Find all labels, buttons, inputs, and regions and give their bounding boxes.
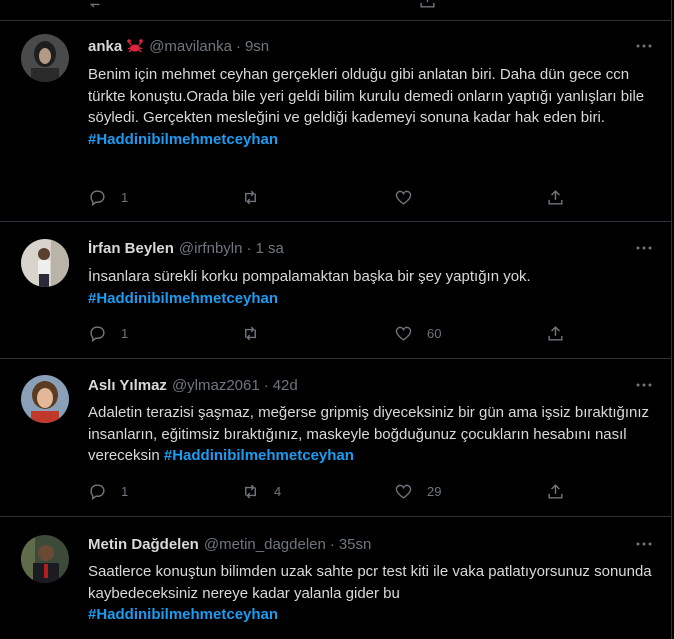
tweet[interactable]: Metin Dağdelen @metin_dagdelen · 35sn Sa… <box>0 518 671 639</box>
timeline: anka @mavilanka · 9sn Benim için mehmet … <box>0 0 672 639</box>
display-name[interactable]: Metin Dağdelen <box>88 536 199 553</box>
reply-icon <box>90 189 105 206</box>
retweet-button[interactable] <box>241 187 274 207</box>
separator-dot: · <box>246 239 252 257</box>
retweet-icon <box>245 326 256 340</box>
tweet-text: Saatlerce konuştun bilimden uzak sahte p… <box>88 561 658 626</box>
share-button[interactable] <box>546 481 565 501</box>
more-options-icon[interactable] <box>634 534 654 554</box>
like-count: 60 <box>427 325 442 341</box>
reply-icon <box>90 483 105 500</box>
like-button[interactable]: 29 <box>394 481 441 501</box>
reply-count: 1 <box>121 189 129 205</box>
tweet-text: Benim için mehmet ceyhan gerçekleri oldu… <box>88 64 658 150</box>
crab-emoji-icon <box>126 37 144 55</box>
more-options-icon[interactable] <box>634 238 654 258</box>
hashtag-link[interactable]: #Haddinibilmehmetceyhan <box>164 447 354 464</box>
retweet-button[interactable] <box>241 323 274 343</box>
retweet-icon <box>245 190 256 204</box>
tweet-body-text: İnsanlara sürekli korku pompalamaktan ba… <box>88 268 531 285</box>
previous-tweet-actions <box>0 0 671 21</box>
tweet-actions: 1 4 29 <box>88 481 568 501</box>
username[interactable]: @irfnbyln <box>179 240 243 257</box>
timestamp[interactable]: 42d <box>273 377 298 394</box>
share-icon[interactable] <box>418 0 437 10</box>
share-icon <box>548 189 563 205</box>
timestamp[interactable]: 35sn <box>339 536 372 553</box>
retweet-count: 4 <box>274 483 282 499</box>
avatar[interactable] <box>21 375 69 423</box>
retweet-button[interactable]: 4 <box>241 481 281 501</box>
avatar[interactable] <box>21 239 69 287</box>
timestamp[interactable]: 1 sa <box>255 240 283 257</box>
share-icon <box>548 325 563 341</box>
tweet[interactable]: Aslı Yılmaz @ylmaz2061 · 42d Adaletin te… <box>0 360 671 517</box>
hashtag-link[interactable]: #Haddinibilmehmetceyhan <box>88 606 278 623</box>
retweet-icon <box>245 484 256 498</box>
reply-button[interactable]: 1 <box>88 481 128 501</box>
share-icon <box>548 483 563 499</box>
reply-button[interactable]: 1 <box>88 323 128 343</box>
username[interactable]: @ylmaz2061 <box>172 377 260 394</box>
username[interactable]: @mavilanka <box>149 38 232 55</box>
avatar[interactable] <box>21 535 69 583</box>
reply-button[interactable]: 1 <box>88 187 128 207</box>
tweet-header: İrfan Beylen @irfnbyln · 1 sa <box>88 238 284 258</box>
reply-count: 1 <box>121 483 129 499</box>
separator-dot: · <box>263 376 269 394</box>
more-options-icon[interactable] <box>634 375 654 395</box>
tweet-body-text: Saatlerce konuştun bilimden uzak sahte p… <box>88 563 652 602</box>
tweet-text: İnsanlara sürekli korku pompalamaktan ba… <box>88 266 658 309</box>
tweet-actions: 1 <box>88 187 568 207</box>
heart-icon <box>395 484 412 499</box>
username[interactable]: @metin_dagdelen <box>204 536 326 553</box>
like-button[interactable]: 60 <box>394 323 441 343</box>
reply-icon <box>90 325 105 342</box>
display-name[interactable]: Aslı Yılmaz <box>88 377 167 394</box>
tweet-header: Metin Dağdelen @metin_dagdelen · 35sn <box>88 534 371 554</box>
more-options-icon[interactable] <box>634 36 654 56</box>
retweet-icon[interactable] <box>86 0 105 10</box>
like-button[interactable] <box>394 187 427 207</box>
hashtag-link[interactable]: #Haddinibilmehmetceyhan <box>88 131 278 148</box>
timestamp[interactable]: 9sn <box>245 38 269 55</box>
avatar[interactable] <box>21 34 69 82</box>
tweet[interactable]: anka @mavilanka · 9sn Benim için mehmet … <box>0 22 671 222</box>
like-count: 29 <box>427 483 442 499</box>
heart-icon <box>395 326 412 341</box>
tweet-text: Adaletin terazisi şaşmaz, meğerse gripmi… <box>88 402 658 467</box>
share-button[interactable] <box>546 187 565 207</box>
tweet-header: Aslı Yılmaz @ylmaz2061 · 42d <box>88 375 298 395</box>
tweet[interactable]: İrfan Beylen @irfnbyln · 1 sa İnsanlara … <box>0 223 671 359</box>
display-name[interactable]: anka <box>88 38 122 55</box>
hashtag-link[interactable]: #Haddinibilmehmetceyhan <box>88 290 278 307</box>
tweet-header: anka @mavilanka · 9sn <box>88 36 269 56</box>
tweet-body-text: Benim için mehmet ceyhan gerçekleri oldu… <box>88 66 645 126</box>
separator-dot: · <box>329 535 335 553</box>
separator-dot: · <box>235 37 241 55</box>
tweet-actions: 1 60 <box>88 323 568 343</box>
heart-icon <box>395 190 412 205</box>
share-button[interactable] <box>546 323 565 343</box>
display-name[interactable]: İrfan Beylen <box>88 240 174 257</box>
reply-count: 1 <box>121 325 129 341</box>
